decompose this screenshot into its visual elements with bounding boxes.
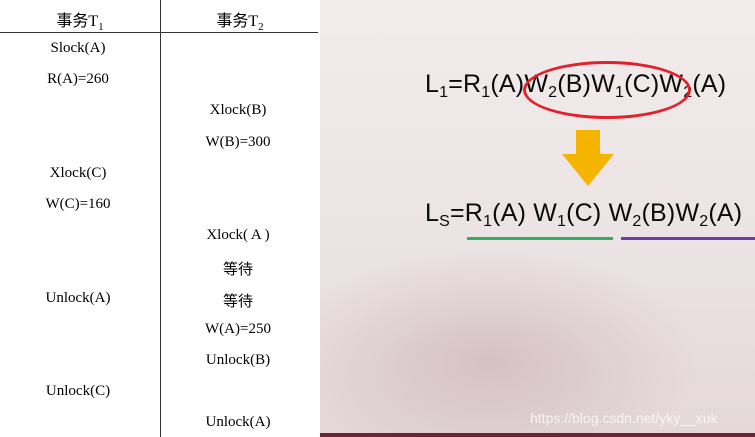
transaction-table: 事务T1 事务T2 Slock(A) R(A)=260 Xlock(B) W(B)=3… xyxy=(0,0,320,437)
t1-underline xyxy=(467,237,613,240)
cell-t1: Xlock(C) xyxy=(49,165,107,181)
l1-term-arg: (A) xyxy=(490,70,525,98)
header-t1-label: 事务T xyxy=(56,13,99,30)
watermark-text: https://blog.csdn.net/yky__xuk xyxy=(530,410,718,426)
l1-lhs: L xyxy=(425,70,440,98)
header-t2-label: 事务T xyxy=(216,13,259,30)
t2-underline xyxy=(621,237,755,240)
cell-t2: Unlock(A) xyxy=(205,414,271,430)
conflict-highlight-ellipse xyxy=(523,61,691,119)
l1-term-op: R xyxy=(463,70,482,98)
cell-t2: 等待 xyxy=(222,262,253,278)
ls-term-op: W xyxy=(608,199,633,227)
ls-term-subscript: 2 xyxy=(632,213,642,230)
schedule-slide: L1=R1(A)W2(B)W1(C)W2(A) LS=R1(A) W1(C) W… xyxy=(320,0,755,437)
ls-term-arg: (A) xyxy=(492,199,534,227)
cell-t1: R(A)=260 xyxy=(47,71,109,87)
ls-term-op: W xyxy=(675,199,700,227)
ls-lhs: L xyxy=(425,199,440,227)
cell-t2: W(B)=300 xyxy=(205,134,271,150)
header-divider xyxy=(0,32,318,33)
ls-term-arg: (C) xyxy=(566,199,609,227)
cell-t2: 等待 xyxy=(222,294,253,310)
ls-term-arg: (A) xyxy=(708,199,743,227)
cell-t1: Unlock(C) xyxy=(45,383,111,399)
slide-bottom-band xyxy=(320,433,755,437)
ls-term-arg: (B) xyxy=(641,199,676,227)
ls-term-subscript: 1 xyxy=(483,213,493,230)
l1-term-arg: (A) xyxy=(692,70,727,98)
cell-t1: W(C)=160 xyxy=(45,196,111,212)
schedule-ls: LS=R1(A) W1(C) W2(B)W2(A) xyxy=(425,199,742,231)
cell-t2: W(A)=250 xyxy=(205,321,271,337)
column-divider xyxy=(160,0,161,437)
ls-term-subscript: 2 xyxy=(699,213,709,230)
cell-t2: Xlock( A ) xyxy=(206,227,270,243)
ls-term-subscript: 1 xyxy=(557,213,567,230)
l1-lhs-subscript: 1 xyxy=(439,84,449,101)
ls-equals: = xyxy=(449,199,465,227)
ls-term-op: W xyxy=(533,199,558,227)
ls-term-op: R xyxy=(464,199,484,227)
cell-t1: Unlock(A) xyxy=(45,290,111,306)
cell-t2: Unlock(B) xyxy=(205,352,271,368)
down-arrow-icon xyxy=(562,130,614,186)
header-t1: 事务T1 xyxy=(0,7,160,33)
ls-lhs-subscript: S xyxy=(439,213,450,230)
cell-t2: Xlock(B) xyxy=(209,102,267,118)
ls-terms: R1(A) W1(C) W2(B)W2(A) xyxy=(464,199,743,230)
header-t2: 事务T2 xyxy=(160,7,320,33)
cell-t1: Slock(A) xyxy=(50,40,106,56)
l1-equals: = xyxy=(448,70,464,98)
